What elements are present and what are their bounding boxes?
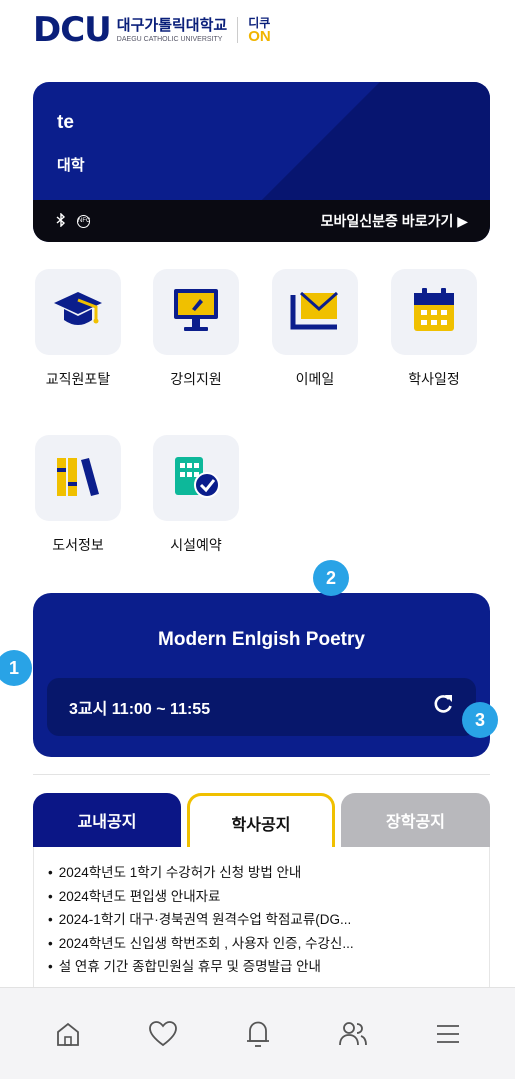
class-title: Modern Enlgish Poetry (158, 629, 365, 650)
tab-academic-notice[interactable]: 학사공지 (187, 793, 335, 849)
app-library-info[interactable]: 도서정보 (28, 435, 128, 555)
books-icon (55, 454, 101, 503)
dcu-logo: DCU 대구가톨릭대학교 DAEGU CATHOLIC UNIVERSITY 디… (33, 10, 271, 50)
current-class-card[interactable]: Modern Enlgish Poetry 3교시 11:00 ~ 11:55 (33, 593, 490, 757)
card-footer: NFC 모바일신분증 바로가기 ▶ (33, 200, 490, 242)
app-label: 강의지원 (170, 371, 222, 387)
calendar-icon (412, 287, 456, 338)
app-tile[interactable] (35, 269, 121, 355)
notice-tabs: 교내공지 학사공지 장학공지 (33, 793, 490, 849)
logo-english-name: DAEGU CATHOLIC UNIVERSITY (116, 35, 223, 43)
app-tile[interactable] (35, 435, 121, 521)
mobile-id-shortcut-link[interactable]: 모바일신분증 바로가기 ▶ (321, 211, 468, 231)
people-icon[interactable] (323, 1004, 383, 1064)
section-divider (33, 774, 490, 775)
logo-korean-name: 대구가톨릭대학교 (116, 16, 228, 34)
menu-icon[interactable] (418, 1004, 478, 1064)
app-label: 시설예약 (170, 537, 222, 553)
notice-item[interactable]: 2024학년도 편입생 안내자료 (48, 885, 489, 909)
app-label: 학사일정 (408, 371, 460, 387)
app-label: 교직원포탈 (45, 371, 111, 387)
bluetooth-icon (55, 211, 67, 230)
logo-divider (237, 17, 239, 43)
class-time: 3교시 11:00 ~ 11:55 (69, 701, 211, 718)
class-time-bar: 3교시 11:00 ~ 11:55 (47, 678, 476, 736)
notice-item[interactable]: 설 연휴 기간 종합민원실 휴무 및 증명발급 안내 (48, 955, 489, 979)
bottom-navigation (0, 987, 515, 1079)
app-label: 이메일 (295, 371, 335, 387)
bell-icon[interactable] (228, 1004, 288, 1064)
mobile-id-card[interactable]: te 대학 NFC 모바일신분증 바로가기 ▶ (33, 82, 490, 242)
dicu-on-logo: 디쿠 ON (248, 15, 271, 45)
monitor-pen-icon (172, 287, 220, 338)
user-department: 대학 (57, 157, 85, 174)
app-academic-calendar[interactable]: 학사일정 (384, 269, 484, 389)
notice-item[interactable]: 2024학년도 1학기 수강허가 신청 방법 안내 (48, 861, 489, 885)
user-name: te (57, 112, 74, 133)
notice-item[interactable]: 2024-1학기 대구·경북권역 원격수업 학점교류(DG... (48, 908, 489, 932)
notice-list-panel: 2024학년도 1학기 수강허가 신청 방법 안내 2024학년도 편입생 안내… (33, 847, 490, 987)
step-badge-1: 1 (0, 650, 32, 686)
app-tile[interactable] (391, 269, 477, 355)
step-badge-3: 3 (462, 702, 498, 738)
refresh-icon[interactable] (432, 693, 454, 721)
logo-university-name: 대구가톨릭대학교 DAEGU CATHOLIC UNIVERSITY (117, 18, 227, 43)
mail-icon (289, 289, 341, 336)
logo-wordmark: DCU (33, 10, 112, 50)
app-label: 도서정보 (52, 537, 104, 553)
app-staff-portal[interactable]: 교직원포탈 (28, 269, 128, 389)
app-tile[interactable] (153, 269, 239, 355)
card-diagonal-shade (33, 82, 490, 202)
notice-list: 2024학년도 1학기 수강허가 신청 방법 안내 2024학년도 편입생 안내… (34, 847, 489, 979)
tab-campus-notice[interactable]: 교내공지 (33, 793, 181, 847)
app-email[interactable]: 이메일 (265, 269, 365, 389)
tab-scholarship-notice[interactable]: 장학공지 (341, 793, 490, 847)
notice-item[interactable]: 2024학년도 신입생 학번조회 , 사용자 인증, 수강신... (48, 932, 489, 956)
step-badge-2: 2 (313, 560, 349, 596)
heart-icon[interactable] (133, 1004, 193, 1064)
app-tile[interactable] (153, 435, 239, 521)
graduation-cap-icon (52, 290, 104, 335)
app-tile[interactable] (272, 269, 358, 355)
app-lecture-support[interactable]: 강의지원 (146, 269, 246, 389)
building-check-icon (171, 453, 221, 504)
nfc-icon: NFC (77, 214, 90, 228)
home-icon[interactable] (38, 1004, 98, 1064)
app-facility-reservation[interactable]: 시설예약 (146, 435, 246, 555)
